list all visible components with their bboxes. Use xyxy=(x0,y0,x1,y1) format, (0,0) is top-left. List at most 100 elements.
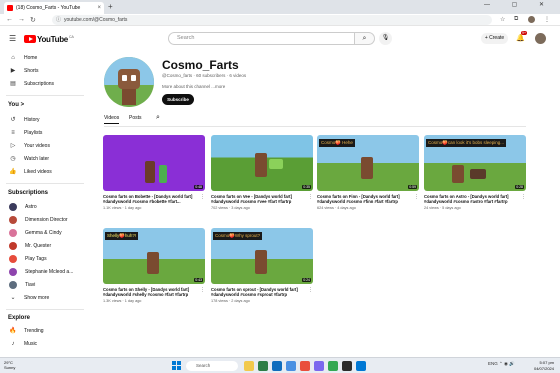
browser-tab-strip: (18) Cosmo_Farts - YouTube × + — ▢ ✕ xyxy=(0,0,560,14)
video-card[interactable]: Cosmo🍑Why sprout? 0:24 Cosmo farts on sp… xyxy=(211,228,313,318)
tab-videos[interactable]: Videos xyxy=(104,115,120,124)
mic-icon: 🎙 xyxy=(381,35,390,41)
video-card[interactable]: Shelly🍑huh?! 0:43 Cosmo farts on Shelly … xyxy=(103,228,205,318)
channel-search-icon[interactable]: ⌕ xyxy=(156,114,160,123)
sidebar-item-your-videos[interactable]: ▷ Your videos xyxy=(8,141,50,151)
more-options-icon[interactable]: ⋮ xyxy=(200,287,205,293)
video-title[interactable]: Cosmo farts on sprout - [Dandys world fa… xyxy=(211,287,305,297)
sidebar-heading-you[interactable]: You > xyxy=(8,102,24,108)
show-more-button[interactable]: ⌄ Show more xyxy=(8,293,49,303)
windows-taskbar: 29°C Sunny Search ENG ⌃ ◉ 🔊 5:07 pm 04/0… xyxy=(0,357,560,373)
reload-icon[interactable]: ↻ xyxy=(30,16,36,24)
sidebar-item-music[interactable]: ♪ Music xyxy=(8,339,38,349)
back-icon[interactable]: ← xyxy=(6,16,13,23)
app-icon[interactable] xyxy=(314,361,324,371)
video-thumbnail[interactable]: Cosmo🍑can look it's bobs sleeping... 0:2… xyxy=(424,135,526,191)
sidebar-item-trending[interactable]: 🔥 Trending xyxy=(8,326,43,336)
video-meta: 178 views · 2 days ago xyxy=(211,299,250,303)
chrome-icon[interactable] xyxy=(328,361,338,371)
sidebar-item-watch-later[interactable]: ◷ Watch later xyxy=(8,154,49,164)
file-explorer-icon[interactable] xyxy=(244,361,254,371)
channel-avatar-large[interactable] xyxy=(104,57,154,107)
more-options-icon[interactable]: ⋮ xyxy=(521,194,526,200)
video-title[interactable]: Cosmo farts on Astro - [Dandys world far… xyxy=(424,194,518,204)
tab-posts[interactable]: Posts xyxy=(129,115,142,124)
site-info-icon[interactable]: ⓘ xyxy=(56,15,61,25)
new-tab-button[interactable]: + xyxy=(108,2,113,11)
browser-menu-icon[interactable]: ⋮ xyxy=(544,16,550,23)
clock[interactable]: 5:07 pm 04/07/2024 xyxy=(534,360,554,371)
sidebar-item-subscription[interactable]: Tiavi xyxy=(8,280,35,290)
sidebar-item-label: Playlists xyxy=(24,130,43,136)
extensions-icon[interactable]: ⧉ xyxy=(514,16,518,23)
tab-close-icon[interactable]: × xyxy=(97,2,101,14)
address-bar-row: ← → ↻ ⓘ youtube.com/@Cosmo_farts ☆ ⧉ ⋮ xyxy=(0,14,560,26)
sidebar-item-label: Mr. Quester xyxy=(25,243,52,249)
app-icon[interactable] xyxy=(258,361,268,371)
sidebar-item-home[interactable]: ⌂ Home xyxy=(8,53,37,63)
menu-icon[interactable]: ☰ xyxy=(9,34,16,43)
sidebar-item-subscription[interactable]: Play Tags xyxy=(8,254,47,264)
window-controls[interactable]: — ▢ ✕ xyxy=(484,1,554,8)
video-card[interactable]: 0:35 Cosmo farts on Vee - [Dandys world … xyxy=(211,135,313,225)
history-icon: ↺ xyxy=(10,117,16,123)
video-thumbnail[interactable]: 0:35 xyxy=(211,135,313,191)
channel-description[interactable]: More about this channel ...more xyxy=(162,84,225,89)
profile-avatar[interactable] xyxy=(528,16,535,23)
start-button-windows-icon[interactable] xyxy=(172,361,181,370)
forward-icon[interactable]: → xyxy=(18,16,25,23)
sidebar-item-shorts[interactable]: ▶ Shorts xyxy=(8,66,39,76)
bookmark-star-icon[interactable]: ☆ xyxy=(500,16,505,23)
more-options-icon[interactable]: ⋮ xyxy=(414,194,419,200)
more-options-icon[interactable]: ⋮ xyxy=(308,287,313,293)
video-card[interactable]: Cosmo🍑 Hehe 0:59 Cosmo farts on Finn - [… xyxy=(317,135,419,225)
taskbar-search[interactable]: Search xyxy=(186,361,238,371)
sidebar-heading-explore: Explore xyxy=(8,315,31,321)
video-card[interactable]: Cosmo🍑can look it's bobs sleeping... 0:2… xyxy=(424,135,526,225)
subscribe-button[interactable]: Subscribe xyxy=(162,94,194,105)
app-icon[interactable] xyxy=(356,361,366,371)
weather-desc: Sunny xyxy=(4,365,16,370)
browser-tab[interactable]: (18) Cosmo_Farts - YouTube × xyxy=(4,2,104,14)
video-thumbnail[interactable]: Cosmo🍑Why sprout? 0:24 xyxy=(211,228,313,284)
video-title[interactable]: Cosmo farts on Finn - [Dandys world fart… xyxy=(317,194,411,204)
clock-date: 04/07/2024 xyxy=(533,365,554,371)
app-icon[interactable] xyxy=(286,361,296,371)
sidebar-item-subscription[interactable]: Dimension Director xyxy=(8,215,68,225)
thumbnail-character xyxy=(470,169,486,179)
app-icon[interactable] xyxy=(300,361,310,371)
account-avatar[interactable] xyxy=(535,33,546,44)
voice-search-button[interactable]: 🎙 xyxy=(379,32,392,45)
video-title[interactable]: Cosmo farts on Bobette - [Dandys world f… xyxy=(103,194,197,204)
app-icon[interactable] xyxy=(342,361,352,371)
system-tray[interactable]: ENG ⌃ ◉ 🔊 xyxy=(488,361,515,367)
youtube-logo[interactable]: YouTube CA xyxy=(24,34,74,44)
sidebar-item-subscriptions[interactable]: ▤ Subscriptions xyxy=(8,79,54,89)
notifications-bell-icon[interactable]: 🔔 xyxy=(516,34,525,42)
duration-badge: 0:59 xyxy=(408,185,417,189)
video-meta: 624 views · 4 days ago xyxy=(317,206,356,210)
sidebar-item-liked-videos[interactable]: 👍 Liked videos xyxy=(8,167,52,177)
video-title[interactable]: Cosmo farts on Vee - [Dandys world fart]… xyxy=(211,194,305,204)
edge-browser-icon[interactable] xyxy=(272,361,282,371)
search-button[interactable]: ⌕ xyxy=(355,32,375,45)
video-thumbnail[interactable]: 0:48 xyxy=(103,135,205,191)
sidebar-item-subscription[interactable]: Astro xyxy=(8,202,37,212)
video-thumbnail[interactable]: Cosmo🍑 Hehe 0:59 xyxy=(317,135,419,191)
create-button[interactable]: + Create xyxy=(481,33,508,44)
more-options-icon[interactable]: ⋮ xyxy=(308,194,313,200)
more-options-icon[interactable]: ⋮ xyxy=(200,194,205,200)
video-title[interactable]: Cosmo farts on Shelly - [Dandys world fa… xyxy=(103,287,197,297)
sidebar-item-subscription[interactable]: Stephanie Mcleod a... xyxy=(8,267,73,277)
shorts-icon: ▶ xyxy=(10,68,16,74)
video-card[interactable]: 0:48 Cosmo farts on Bobette - [Dandys wo… xyxy=(103,135,205,225)
sidebar-item-subscription[interactable]: Mr. Quester xyxy=(8,241,51,251)
thumbnail-character xyxy=(255,153,267,177)
weather-widget[interactable]: 29°C Sunny xyxy=(4,360,15,370)
search-input[interactable]: Search xyxy=(168,32,355,45)
video-thumbnail[interactable]: Shelly🍑huh?! 0:43 xyxy=(103,228,205,284)
sidebar-item-subscription[interactable]: Gemma & Cindy xyxy=(8,228,62,238)
url-field[interactable]: ⓘ youtube.com/@Cosmo_farts xyxy=(52,15,492,25)
sidebar-item-playlists[interactable]: ≡ Playlists xyxy=(8,128,42,138)
sidebar-item-history[interactable]: ↺ History xyxy=(8,115,39,125)
